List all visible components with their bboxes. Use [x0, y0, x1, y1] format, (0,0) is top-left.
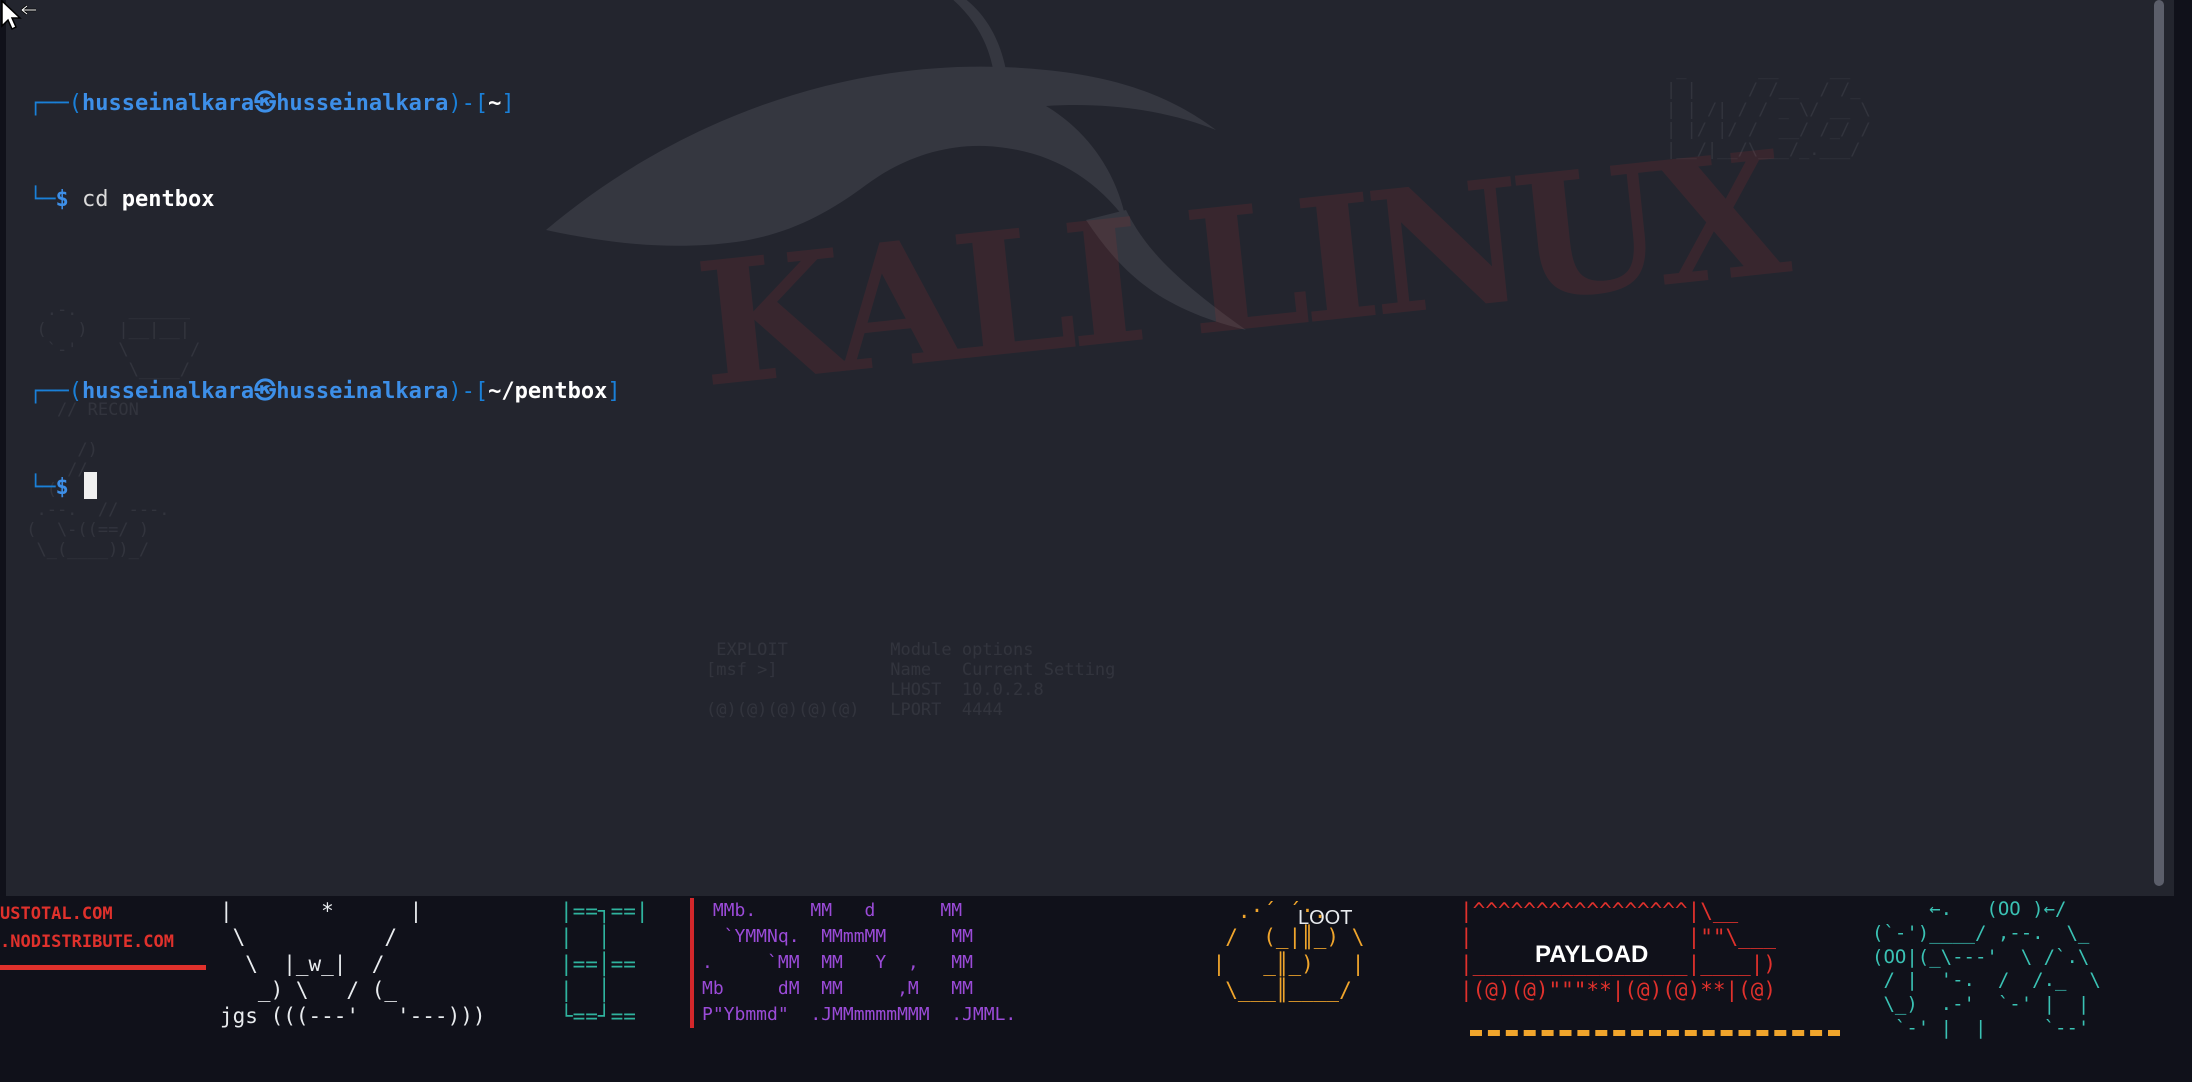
- wallpaper-payload-dash: [1470, 1030, 1840, 1036]
- kali-at-icon: ㉿: [254, 379, 277, 404]
- command-line: └─$ cd pentbox: [29, 184, 621, 216]
- prompt-hostname: husseinalkara: [276, 379, 449, 404]
- prompt-hostname: husseinalkara: [276, 91, 449, 116]
- command-argument: pentbox: [108, 187, 215, 212]
- terminal-window[interactable]: KALI LINUX .-. ______ ( ) |__|__| `-' \ …: [6, 0, 2174, 896]
- wallpaper-teal-box-art: |==┐==| | │ |==│== | │ └==┘==: [560, 899, 649, 1028]
- command-text: cd: [82, 187, 109, 212]
- prompt-frame: └─: [29, 187, 56, 212]
- wallpaper-red-line: [0, 965, 206, 970]
- input-line[interactable]: └─$: [29, 472, 621, 504]
- scrollbar-thumb[interactable]: [2154, 0, 2164, 886]
- resize-arrow-icon: [1, 0, 36, 31]
- terminal-scrollbar[interactable]: [2154, 0, 2164, 896]
- prompt-frame: )-[: [448, 379, 489, 404]
- prompt-username: husseinalkara: [81, 91, 255, 116]
- terminal-output[interactable]: ┌──(husseinalkara㉿husseinalkara)-[~] └─$…: [29, 24, 621, 568]
- prompt-symbol: $: [55, 187, 82, 212]
- wallpaper-payload-label: PAYLOAD: [1535, 941, 1649, 968]
- prompt-frame: )-[: [448, 91, 489, 116]
- prompt-path: ~/pentbox: [488, 379, 608, 404]
- background-scene-right: _ __ __ | | / /__ / /_ | | /| / / _ \/ _…: [1666, 60, 1871, 160]
- wallpaper-purple-art: MMb. MM d MM `YMMNq. MMmmMM MM . `MM MM …: [690, 898, 1016, 1028]
- prompt-symbol: $: [55, 475, 82, 500]
- wallpaper-robot-art: | * | \ / \ |_w_| / _) \ / (_ jgs (((---…: [220, 899, 486, 1028]
- prompt-frame: ]: [607, 379, 621, 404]
- background-scene-mid: EXPLOIT Module options [msf >] Name Curr…: [706, 640, 1116, 720]
- prompt-line: ┌──(husseinalkara㉿husseinalkara)-[~]: [29, 88, 621, 120]
- wallpaper-red-text: USTOTAL.COM .NODISTRIBUTE.COM: [0, 904, 174, 952]
- prompt-path: ~: [488, 91, 502, 116]
- wallpaper-loot-label: LOOT: [1298, 907, 1353, 929]
- prompt-line: ┌──(husseinalkara㉿husseinalkara)-[~/pent…: [29, 376, 621, 408]
- kali-at-icon: ㉿: [254, 91, 277, 116]
- prompt-username: husseinalkara: [81, 379, 255, 404]
- wallpaper-teal-art: ←. (OO )←/ (`-')____/ ,--. \_ (OO|(_\---…: [1872, 898, 2101, 1039]
- text-cursor: [84, 472, 97, 499]
- prompt-frame: ┌──(: [29, 91, 82, 116]
- prompt-frame: ┌──(: [29, 379, 82, 404]
- prompt-frame: ]: [501, 91, 515, 116]
- prompt-frame: └─: [29, 475, 56, 500]
